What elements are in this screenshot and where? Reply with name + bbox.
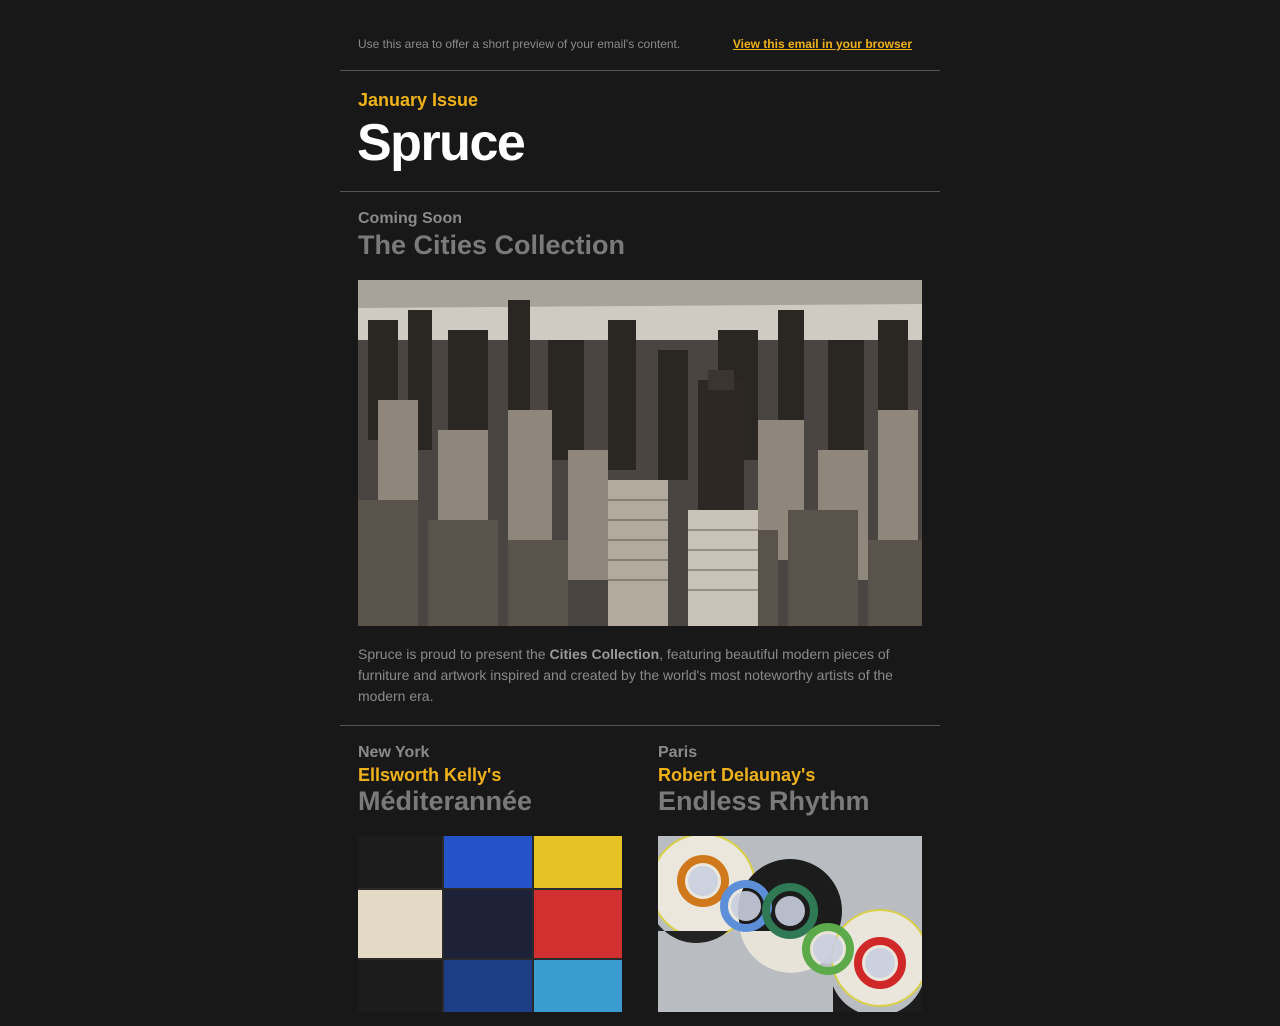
brand-title: Spruce [357,114,526,172]
column-artist: Ellsworth Kelly's [358,765,502,785]
feature-title: The Cities Collection [358,230,626,260]
city-skyline-image [358,280,922,626]
column-artist: Robert Delaunay's [658,765,816,785]
feature-description: Spruce is proud to present the Cities Co… [358,644,918,707]
email-header: January Issue Spruce [340,71,940,192]
color-grid-painting [358,836,622,1012]
column-new-york: New York Ellsworth Kelly's Méditerannée [358,726,622,1026]
issue-label: January Issue [358,90,479,110]
feature-kicker: Coming Soon [358,210,462,227]
preheader-text: Use this area to offer a short preview o… [358,37,681,51]
column-work-title: Endless Rhythm [658,786,870,816]
view-in-browser-link[interactable]: View this email in your browser [733,37,912,51]
column-city: Paris [658,744,698,761]
column-city: New York [358,744,430,761]
feature-description-start: Spruce is proud to present the [358,646,550,662]
feature-section: Coming Soon The Cities Collection Spruce… [340,192,940,726]
email-container: Use this area to offer a short preview o… [340,0,940,1012]
rhythm-painting [658,836,922,1012]
delaunay-artwork-image [658,836,922,1012]
city-skyline-illustration [358,280,922,626]
column-paris: Paris Robert Delaunay's Endless Rhythm [658,726,922,1026]
feature-description-bold: Cities Collection [549,646,660,662]
column-work-title: Méditerannée [358,786,533,816]
kelly-artwork-image [358,836,622,1012]
preheader: Use this area to offer a short preview o… [340,0,940,71]
